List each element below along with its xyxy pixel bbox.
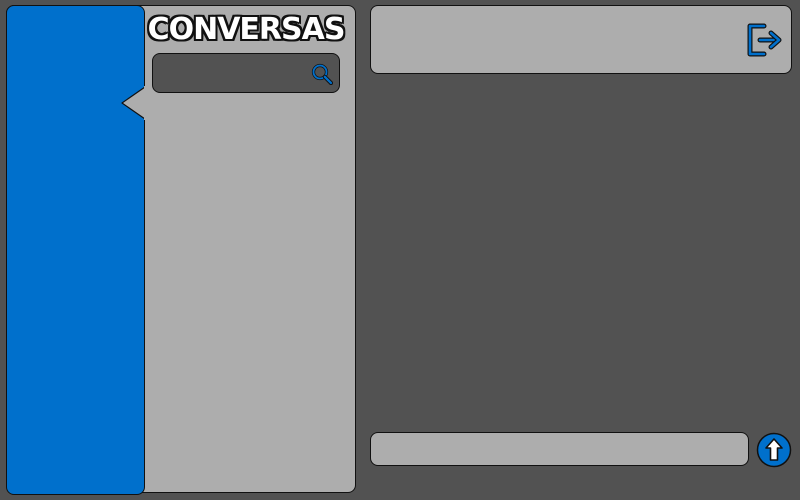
chat-header <box>370 5 792 74</box>
messages-area <box>370 80 792 425</box>
search-icon[interactable] <box>311 63 333 85</box>
logout-icon[interactable] <box>746 22 784 58</box>
message-input[interactable] <box>379 436 743 464</box>
sidebar-strip <box>6 5 145 495</box>
send-button[interactable] <box>756 432 792 468</box>
sidebar-pointer-icon <box>121 86 147 120</box>
search-input[interactable] <box>159 58 311 90</box>
conversation-list <box>146 100 351 488</box>
search-box[interactable] <box>152 53 340 93</box>
message-box[interactable] <box>370 432 749 466</box>
conversations-title: CONVERSAS <box>147 12 346 47</box>
